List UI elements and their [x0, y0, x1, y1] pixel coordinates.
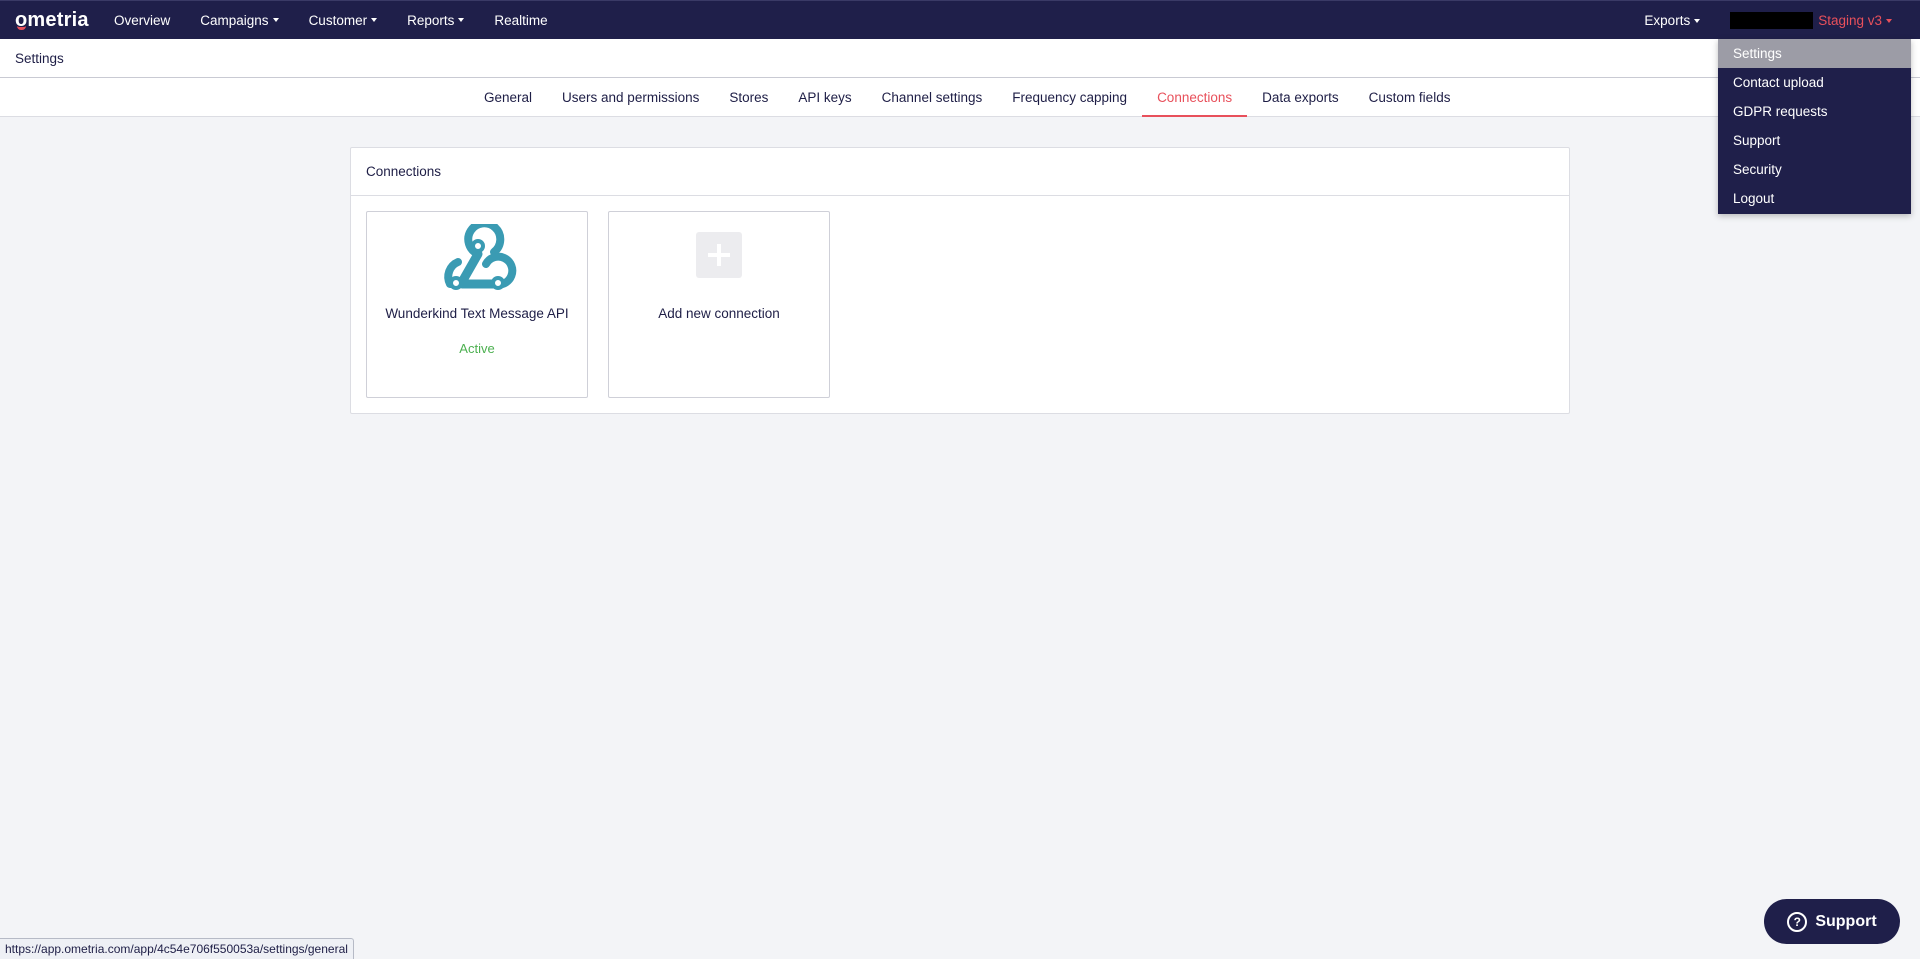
menu-item-settings[interactable]: Settings — [1718, 39, 1911, 68]
settings-tabs: General Users and permissions Stores API… — [469, 78, 1465, 117]
account-menu[interactable]: Staging v3 — [1818, 13, 1892, 28]
add-new-connection-card[interactable]: Add new connection — [608, 211, 830, 398]
nav-right: Exports Staging v3 — [1644, 1, 1920, 40]
caret-down-icon — [272, 18, 279, 22]
menu-item-security[interactable]: Security — [1718, 155, 1911, 184]
nav-label: Realtime — [494, 12, 548, 28]
exports-label: Exports — [1644, 13, 1691, 28]
caret-down-icon — [458, 18, 465, 22]
connection-card-wunderkind[interactable]: Wunderkind Text Message API Active — [366, 211, 588, 398]
ometria-logo[interactable]: ometria — [15, 8, 89, 32]
tab-api-keys[interactable]: API keys — [783, 78, 866, 117]
account-dropdown-menu: Settings Contact upload GDPR requests Su… — [1718, 39, 1911, 214]
settings-tabbar: General Users and permissions Stores API… — [0, 78, 1920, 117]
connection-status-badge: Active — [459, 341, 495, 356]
connection-cards: Wunderkind Text Message API Active Add n… — [366, 211, 850, 398]
browser-status-url: https://app.ometria.com/app/4c54e706f550… — [0, 938, 354, 959]
caret-down-icon — [371, 18, 378, 22]
caret-down-icon — [1694, 18, 1701, 23]
top-navigation: ometria Overview Campaigns Customer Repo… — [0, 0, 1920, 39]
tab-frequency-capping[interactable]: Frequency capping — [997, 78, 1142, 117]
main-nav: Overview Campaigns Customer Reports Real… — [114, 13, 578, 28]
webhook-icon — [444, 224, 517, 290]
tab-general[interactable]: General — [469, 78, 547, 117]
connection-card-title: Wunderkind Text Message API — [385, 306, 569, 321]
account-label: Staging v3 — [1818, 13, 1882, 28]
panel-header: Connections — [351, 148, 1569, 196]
panel-title: Connections — [366, 164, 442, 179]
menu-item-contact-upload[interactable]: Contact upload — [1718, 68, 1911, 97]
page-title-bar: Settings — [0, 39, 1920, 78]
support-button-label: Support — [1815, 912, 1877, 930]
nav-label: Customer — [308, 12, 368, 28]
help-circle-icon: ? — [1787, 911, 1808, 932]
nav-label: Overview — [114, 12, 171, 28]
menu-item-gdpr-requests[interactable]: GDPR requests — [1718, 97, 1911, 126]
redacted-username — [1730, 12, 1814, 29]
nav-campaigns[interactable]: Campaigns — [200, 12, 279, 28]
tab-stores[interactable]: Stores — [714, 78, 783, 117]
tab-connections[interactable]: Connections — [1142, 78, 1248, 117]
tab-users-and-permissions[interactable]: Users and permissions — [547, 78, 714, 117]
support-button[interactable]: ? Support — [1764, 899, 1900, 944]
nav-reports[interactable]: Reports — [407, 12, 465, 28]
menu-item-support[interactable]: Support — [1718, 126, 1911, 155]
caret-down-icon — [1886, 18, 1892, 23]
logo-smile-mark — [17, 26, 26, 30]
page-title: Settings — [15, 50, 64, 66]
add-connection-title: Add new connection — [658, 306, 780, 321]
nav-label: Campaigns — [200, 12, 269, 28]
plus-icon — [696, 232, 742, 278]
nav-overview[interactable]: Overview — [114, 13, 170, 28]
exports-menu[interactable]: Exports — [1644, 13, 1701, 28]
tab-data-exports[interactable]: Data exports — [1247, 78, 1354, 117]
nav-label: Reports — [407, 12, 455, 28]
tab-channel-settings[interactable]: Channel settings — [867, 78, 998, 117]
tab-custom-fields[interactable]: Custom fields — [1354, 78, 1466, 117]
nav-customer[interactable]: Customer — [309, 13, 378, 28]
nav-realtime[interactable]: Realtime — [494, 13, 547, 28]
menu-item-logout[interactable]: Logout — [1718, 184, 1911, 213]
connections-panel: Connections Wunderkind Text Message API — [350, 147, 1570, 414]
logo-text: ometria — [15, 8, 89, 31]
